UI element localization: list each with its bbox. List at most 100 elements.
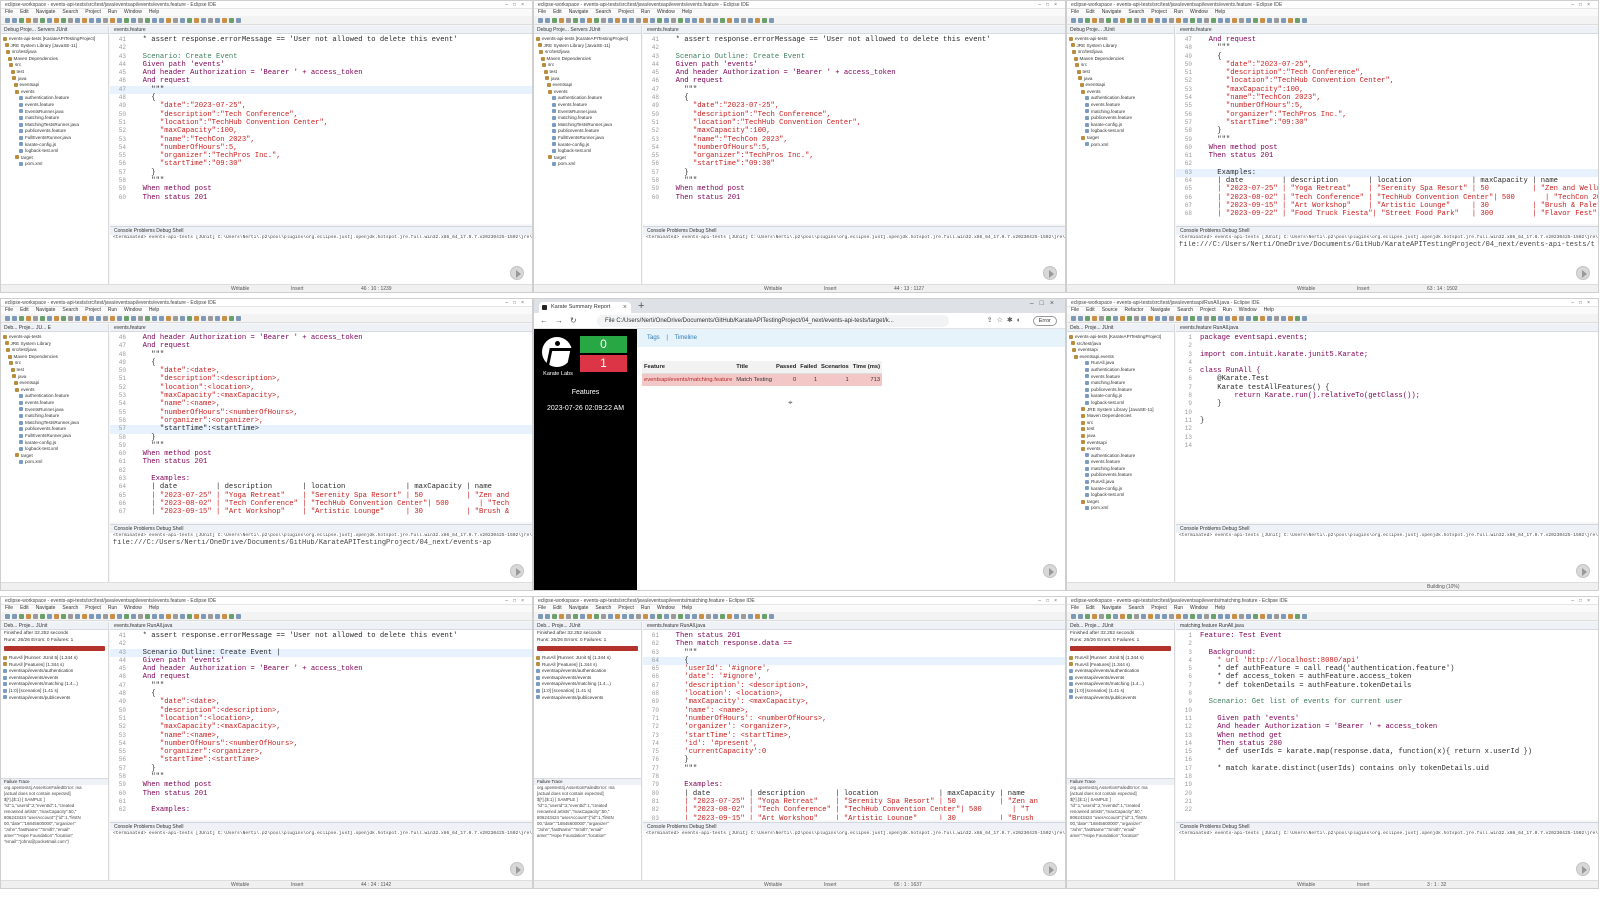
toolbar-icon[interactable] [1260,614,1265,619]
toolbar-icon[interactable] [1148,316,1153,321]
toolbar-icon[interactable] [1113,316,1118,321]
tree-item[interactable]: karate-config.js [536,142,641,149]
toolbar-icon[interactable] [96,18,101,23]
toolbar-icon[interactable] [594,614,599,619]
toolbar-icon[interactable] [1253,18,1258,23]
play-overlay-icon[interactable] [1043,266,1057,280]
toolbar-icon[interactable] [1183,18,1188,23]
toolbar-icon[interactable] [33,316,38,321]
junit-tree-item[interactable]: RunAll [Features] (1.344 s) [1069,662,1174,669]
tree-item[interactable]: Maven Dependencies [3,354,108,361]
toolbar-icon[interactable] [713,614,718,619]
toolbar-icon[interactable] [1274,614,1279,619]
toolbar-icon[interactable] [559,614,564,619]
junit-tree-item[interactable]: eventsapi/events/matching (1.4...) [1069,681,1174,688]
play-overlay-icon[interactable] [1576,862,1590,876]
toolbar-icon[interactable] [222,614,227,619]
toolbar-icon[interactable] [1253,316,1258,321]
menu-item[interactable]: Run [1223,307,1232,313]
menu-item[interactable]: Project [1200,307,1216,313]
tree-item[interactable]: events [3,89,108,96]
tree-item[interactable]: pom.xml [3,161,108,168]
junit-tree-item[interactable]: [1:0] [scenarios] (1.41 s) [3,688,108,695]
tree-item[interactable]: RunAll.java [1069,479,1174,486]
toolbar-icon[interactable] [1253,614,1258,619]
toolbar-icon[interactable] [1085,18,1090,23]
toolbar-icon[interactable] [138,316,143,321]
toolbar-icon[interactable] [68,316,73,321]
menu-item[interactable]: Help [149,307,159,313]
toolbar-icon[interactable] [5,18,10,23]
tree-item[interactable]: target [3,453,108,460]
toolbar-icon[interactable] [152,18,157,23]
code-area[interactable]: 1 Feature: Test Event 2 3 Background: 4 * ur… [1176,630,1598,815]
console-tabs[interactable]: Console Problems Debug Shell [110,525,532,533]
left-pane-tabs[interactable]: Deb... Proje... JU... E [1,324,108,332]
menu-item[interactable]: Help [149,605,159,611]
tree-item[interactable]: matching.feature [1069,466,1174,473]
tree-item[interactable]: authentication.feature [1069,95,1174,102]
toolbar-icon[interactable] [1197,614,1202,619]
toolbar-icon[interactable] [664,614,669,619]
toolbar-icon[interactable] [96,316,101,321]
menu-item[interactable]: Window [1239,307,1257,313]
window-controls-icon[interactable]: –□× [505,597,529,604]
toolbar-icon[interactable] [769,18,774,23]
tree-item[interactable]: java [3,374,108,381]
toolbar-icon[interactable] [54,614,59,619]
back-forward-reload-icon[interactable]: ←→↻ [540,316,584,325]
toolbar-icon[interactable] [699,614,704,619]
toolbar-icon[interactable] [75,316,80,321]
window-controls-icon[interactable]: –□× [1571,597,1595,604]
toolbar-icon[interactable] [1127,316,1132,321]
window-controls-icon[interactable]: –□× [1038,597,1062,604]
tree-item[interactable]: events [1069,446,1174,453]
toolbar-icon[interactable] [1274,18,1279,23]
toolbar-icon[interactable] [1239,18,1244,23]
menu-item[interactable]: Help [682,9,692,15]
tab-timeline[interactable]: Timeline [674,335,696,341]
tree-item[interactable]: eventsapi [1069,82,1174,89]
toolbar-icon[interactable] [1295,614,1300,619]
code-area[interactable]: 41 * assert response.errorMessage == 'Us… [643,34,1065,202]
toolbar-icon[interactable] [229,614,234,619]
toolbar-icon[interactable] [1302,316,1307,321]
tree-item[interactable]: events [536,89,641,96]
code-area[interactable]: 61 Then status 201 62 Then match response… [643,630,1065,820]
toolbar-icon[interactable] [131,316,136,321]
menu-item[interactable]: Run [108,307,117,313]
tree-item[interactable]: pom.xml [536,161,641,168]
toolbar-icon[interactable] [566,18,571,23]
toolbar-icon[interactable] [671,614,676,619]
toolbar-icon[interactable] [138,614,143,619]
tree-item[interactable]: Maven Dependencies [1069,56,1174,63]
tree-item[interactable]: FullEventsRunner.java [3,135,108,142]
tree-item[interactable]: Maven Dependencies [536,56,641,63]
menu-item[interactable]: Edit [553,9,562,15]
menu-item[interactable]: Window [124,9,142,15]
toolbar-icon[interactable] [117,316,122,321]
toolbar-icon[interactable] [159,316,164,321]
junit-tree-item[interactable]: RunAll [Features] (1.344 s) [3,662,108,669]
menu-item[interactable]: Project [1151,9,1167,15]
menu-item[interactable]: Run [1174,9,1183,15]
tree-item[interactable]: authentication.feature [3,95,108,102]
toolbar-icon[interactable] [650,18,655,23]
toolbar-icon[interactable] [152,316,157,321]
left-pane-tabs[interactable]: Deb... Proje... JUnit [1,622,108,630]
editor[interactable]: events.feature RunAll.java 41 * assert re… [110,622,532,820]
toolbar-icon[interactable] [1162,614,1167,619]
toolbar-icon[interactable] [1225,316,1230,321]
junit-tree-item[interactable]: RunAll [Runner: JUnit 5] (1.344 s) [1069,655,1174,662]
junit-tree-item[interactable]: [1:0] [scenarios] (1.41 s) [1069,688,1174,695]
toolbar-icon[interactable] [5,316,10,321]
toolbar-icon[interactable] [636,18,641,23]
toolbar-icon[interactable] [657,18,662,23]
tree-item[interactable]: EventsRunner.java [3,407,108,414]
toolbar-icon[interactable] [1162,316,1167,321]
tree-item[interactable]: src/test/java [1069,341,1174,348]
toolbar-icon[interactable] [201,18,206,23]
toolbar-icon[interactable] [1155,18,1160,23]
code-area[interactable]: 1 package eventsapi.events; 2 3 import com.i… [1176,332,1598,450]
toolbar-icon[interactable] [1204,18,1209,23]
